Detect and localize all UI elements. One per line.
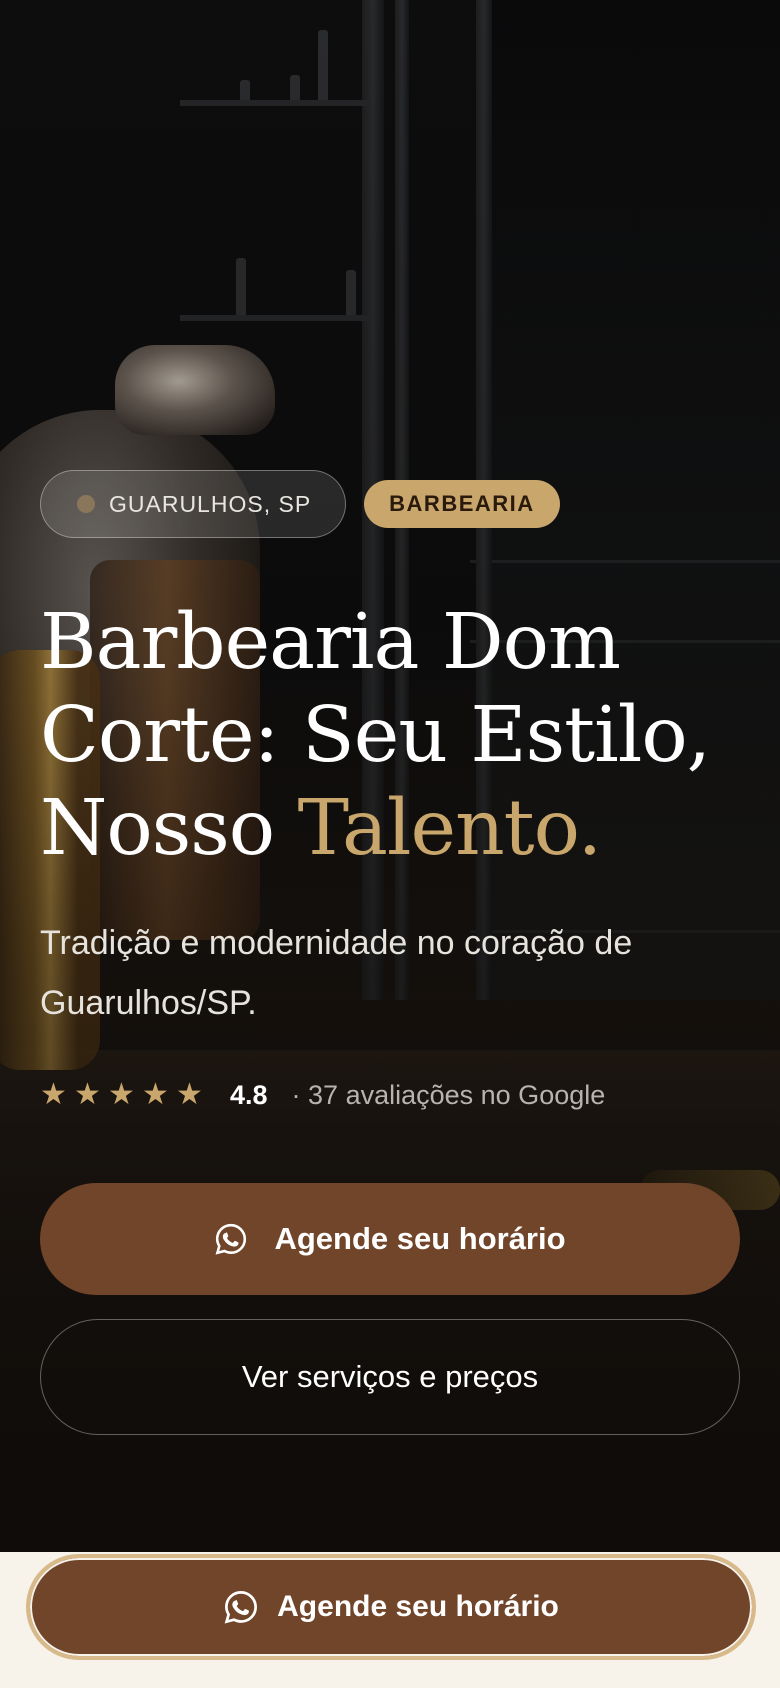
- title-accent: Talento.: [297, 784, 602, 873]
- star-icon: ★: [176, 1078, 203, 1111]
- star-icon: ★: [74, 1078, 101, 1111]
- rating-stars: ★ ★ ★ ★ ★: [40, 1078, 204, 1111]
- whatsapp-icon: [214, 1222, 248, 1256]
- location-label: GUARULHOS, SP: [109, 490, 312, 517]
- rating-value: 4.8: [230, 1079, 268, 1110]
- view-services-button[interactable]: Ver serviços e preços: [40, 1319, 740, 1435]
- star-icon: ★: [108, 1078, 135, 1111]
- rating-count: · 37 avaliações no Google: [291, 1079, 606, 1110]
- location-pin-icon: [77, 495, 95, 513]
- star-icon: ★: [142, 1078, 169, 1111]
- hero-content: GUARULHOS, SP BARBEARIA Barbearia Dom Co…: [40, 470, 740, 1435]
- whatsapp-icon: [223, 1589, 259, 1625]
- category-badge: BARBEARIA: [364, 480, 560, 528]
- page-title: Barbearia Dom Corte: Seu Estilo, Nosso T…: [40, 596, 740, 875]
- location-badge: GUARULHOS, SP: [40, 470, 347, 538]
- hero-subtitle: Tradição e modernidade no coração de Gua…: [40, 924, 633, 1022]
- google-rating: ★ ★ ★ ★ ★ 4.8 · 37 avaliações no Google: [40, 1075, 740, 1115]
- book-appointment-label: Agende seu horário: [274, 1221, 566, 1256]
- sticky-book-appointment-label: Agende seu horário: [277, 1590, 559, 1623]
- book-appointment-button[interactable]: Agende seu horário: [40, 1183, 740, 1295]
- star-icon: ★: [40, 1078, 67, 1111]
- sticky-book-appointment-button[interactable]: Agende seu horário: [26, 1554, 756, 1660]
- hero-badges: GUARULHOS, SP BARBEARIA: [40, 470, 740, 538]
